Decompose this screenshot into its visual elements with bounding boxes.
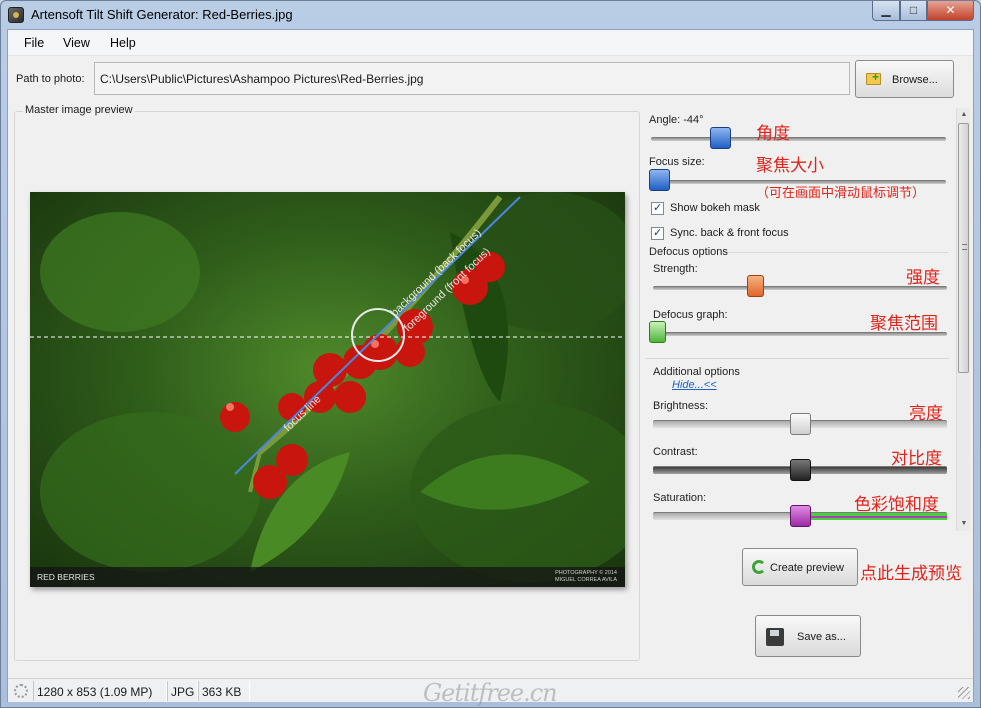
client-area: File View Help Path to photo: C:\Users\P… bbox=[7, 29, 974, 707]
menu-bar: File View Help bbox=[8, 30, 973, 56]
title-bar[interactable]: Artensoft Tilt Shift Generator: Red-Berr… bbox=[1, 1, 980, 29]
annotation-brightness: 亮度 bbox=[909, 404, 943, 424]
show-bokeh-checkbox-box[interactable] bbox=[651, 201, 664, 215]
sync-focus-label: Sync. back & front focus bbox=[670, 227, 789, 239]
defocus-graph-label: Defocus graph: bbox=[653, 309, 728, 321]
window-title: Artensoft Tilt Shift Generator: Red-Berr… bbox=[31, 7, 293, 22]
status-dimensions: 1280 x 853 (1.09 MP) bbox=[33, 681, 167, 701]
loading-spinner-icon bbox=[14, 684, 28, 698]
scroll-up-arrow[interactable]: ▲ bbox=[959, 110, 969, 120]
menu-file[interactable]: File bbox=[24, 36, 44, 50]
contrast-label: Contrast: bbox=[653, 446, 698, 458]
focus-size-slider-thumb[interactable] bbox=[649, 169, 670, 191]
floppy-disk-icon bbox=[766, 628, 784, 646]
save-as-label: Save as... bbox=[797, 631, 846, 643]
saturation-slider-thumb[interactable] bbox=[790, 505, 811, 527]
photo-credit-line1: PHOTOGRAPHY © 2014 bbox=[555, 570, 617, 576]
photo-credit: PHOTOGRAPHY © 2014 MIGUEL CORREA AVILA bbox=[527, 570, 617, 584]
sync-focus-checkbox-box[interactable] bbox=[651, 226, 664, 240]
create-preview-button[interactable]: Create preview bbox=[742, 548, 858, 586]
defocus-divider bbox=[722, 252, 948, 253]
app-icon bbox=[8, 7, 24, 23]
status-file-size: 363 KB bbox=[198, 681, 250, 701]
refresh-icon bbox=[752, 560, 766, 574]
strength-slider-track[interactable] bbox=[653, 286, 947, 290]
saturation-label: Saturation: bbox=[653, 492, 707, 504]
scrollbar-grip-icon bbox=[962, 244, 967, 250]
scrollbar-thumb[interactable] bbox=[958, 123, 969, 373]
settings-panel: Angle: -44° 角度 Focus size: 聚焦大小 （可在画面中滑动… bbox=[644, 110, 971, 528]
settings-scrollbar[interactable]: ▲ ▼ bbox=[956, 108, 970, 531]
brightness-slider-thumb[interactable] bbox=[790, 413, 811, 435]
annotation-strength: 强度 bbox=[906, 268, 940, 288]
additional-divider bbox=[646, 358, 949, 359]
photo-footer: RED BERRIES PHOTOGRAPHY © 2014 MIGUEL CO… bbox=[30, 567, 625, 587]
annotation-defocus-graph: 聚焦范围 bbox=[870, 314, 938, 334]
preview-photo[interactable]: background (back focus) foreground (fron… bbox=[30, 192, 625, 587]
path-field[interactable]: C:\Users\Public\Pictures\Ashampoo Pictur… bbox=[94, 62, 850, 95]
contrast-slider-thumb[interactable] bbox=[790, 459, 811, 481]
strength-slider-thumb[interactable] bbox=[747, 275, 764, 297]
hide-options-link[interactable]: Hide...<< bbox=[672, 379, 717, 391]
angle-slider-thumb[interactable] bbox=[710, 127, 731, 149]
master-image-preview: Master image preview background (back fo… bbox=[14, 104, 640, 661]
strength-label: Strength: bbox=[653, 263, 698, 275]
annotation-create-preview: 点此生成预览 bbox=[860, 564, 962, 584]
focus-size-label: Focus size: bbox=[649, 156, 705, 168]
save-as-button[interactable]: Save as... bbox=[755, 615, 861, 657]
defocus-graph-slider-thumb[interactable] bbox=[649, 321, 666, 343]
scroll-down-arrow[interactable]: ▼ bbox=[959, 519, 969, 529]
show-bokeh-label: Show bokeh mask bbox=[670, 202, 760, 214]
folder-add-icon bbox=[866, 70, 881, 85]
preview-group-label: Master image preview bbox=[23, 104, 135, 116]
angle-slider-track[interactable] bbox=[651, 137, 946, 141]
annotation-saturation: 色彩饱和度 bbox=[854, 495, 939, 515]
status-format: JPG bbox=[167, 681, 198, 701]
annotation-focus-size: 聚焦大小 bbox=[756, 156, 824, 176]
annotation-contrast: 对比度 bbox=[891, 449, 942, 469]
minimize-button[interactable]: ▁ bbox=[872, 1, 900, 21]
menu-help[interactable]: Help bbox=[110, 36, 136, 50]
resize-grip-icon[interactable] bbox=[958, 687, 970, 699]
menu-view[interactable]: View bbox=[63, 36, 90, 50]
status-bar: 1280 x 853 (1.09 MP) JPG 363 KB Getitfre… bbox=[8, 678, 973, 707]
close-button[interactable]: ✕ bbox=[927, 1, 974, 21]
app-window: Artensoft Tilt Shift Generator: Red-Berr… bbox=[0, 0, 981, 708]
photo-credit-line2: MIGUEL CORREA AVILA bbox=[554, 577, 617, 583]
browse-button[interactable]: Browse... bbox=[855, 60, 954, 98]
watermark-text: Getitfree.cn bbox=[423, 679, 558, 707]
create-preview-label: Create preview bbox=[770, 562, 844, 574]
additional-options-heading: Additional options bbox=[653, 366, 740, 378]
brightness-label: Brightness: bbox=[653, 400, 709, 412]
photo-caption: RED BERRIES bbox=[37, 572, 95, 582]
angle-label: Angle: -44° bbox=[649, 114, 704, 126]
defocus-options-heading: Defocus options bbox=[649, 246, 728, 258]
maximize-button[interactable]: □ bbox=[900, 1, 927, 21]
browse-button-label: Browse... bbox=[892, 74, 938, 86]
path-label: Path to photo: bbox=[16, 73, 85, 85]
annotation-angle: 角度 bbox=[756, 124, 790, 144]
annotation-focus-size-note: （可在画面中滑动鼠标调节） bbox=[756, 186, 926, 201]
photo-illustration: background (back focus) foreground (fron… bbox=[30, 192, 625, 582]
